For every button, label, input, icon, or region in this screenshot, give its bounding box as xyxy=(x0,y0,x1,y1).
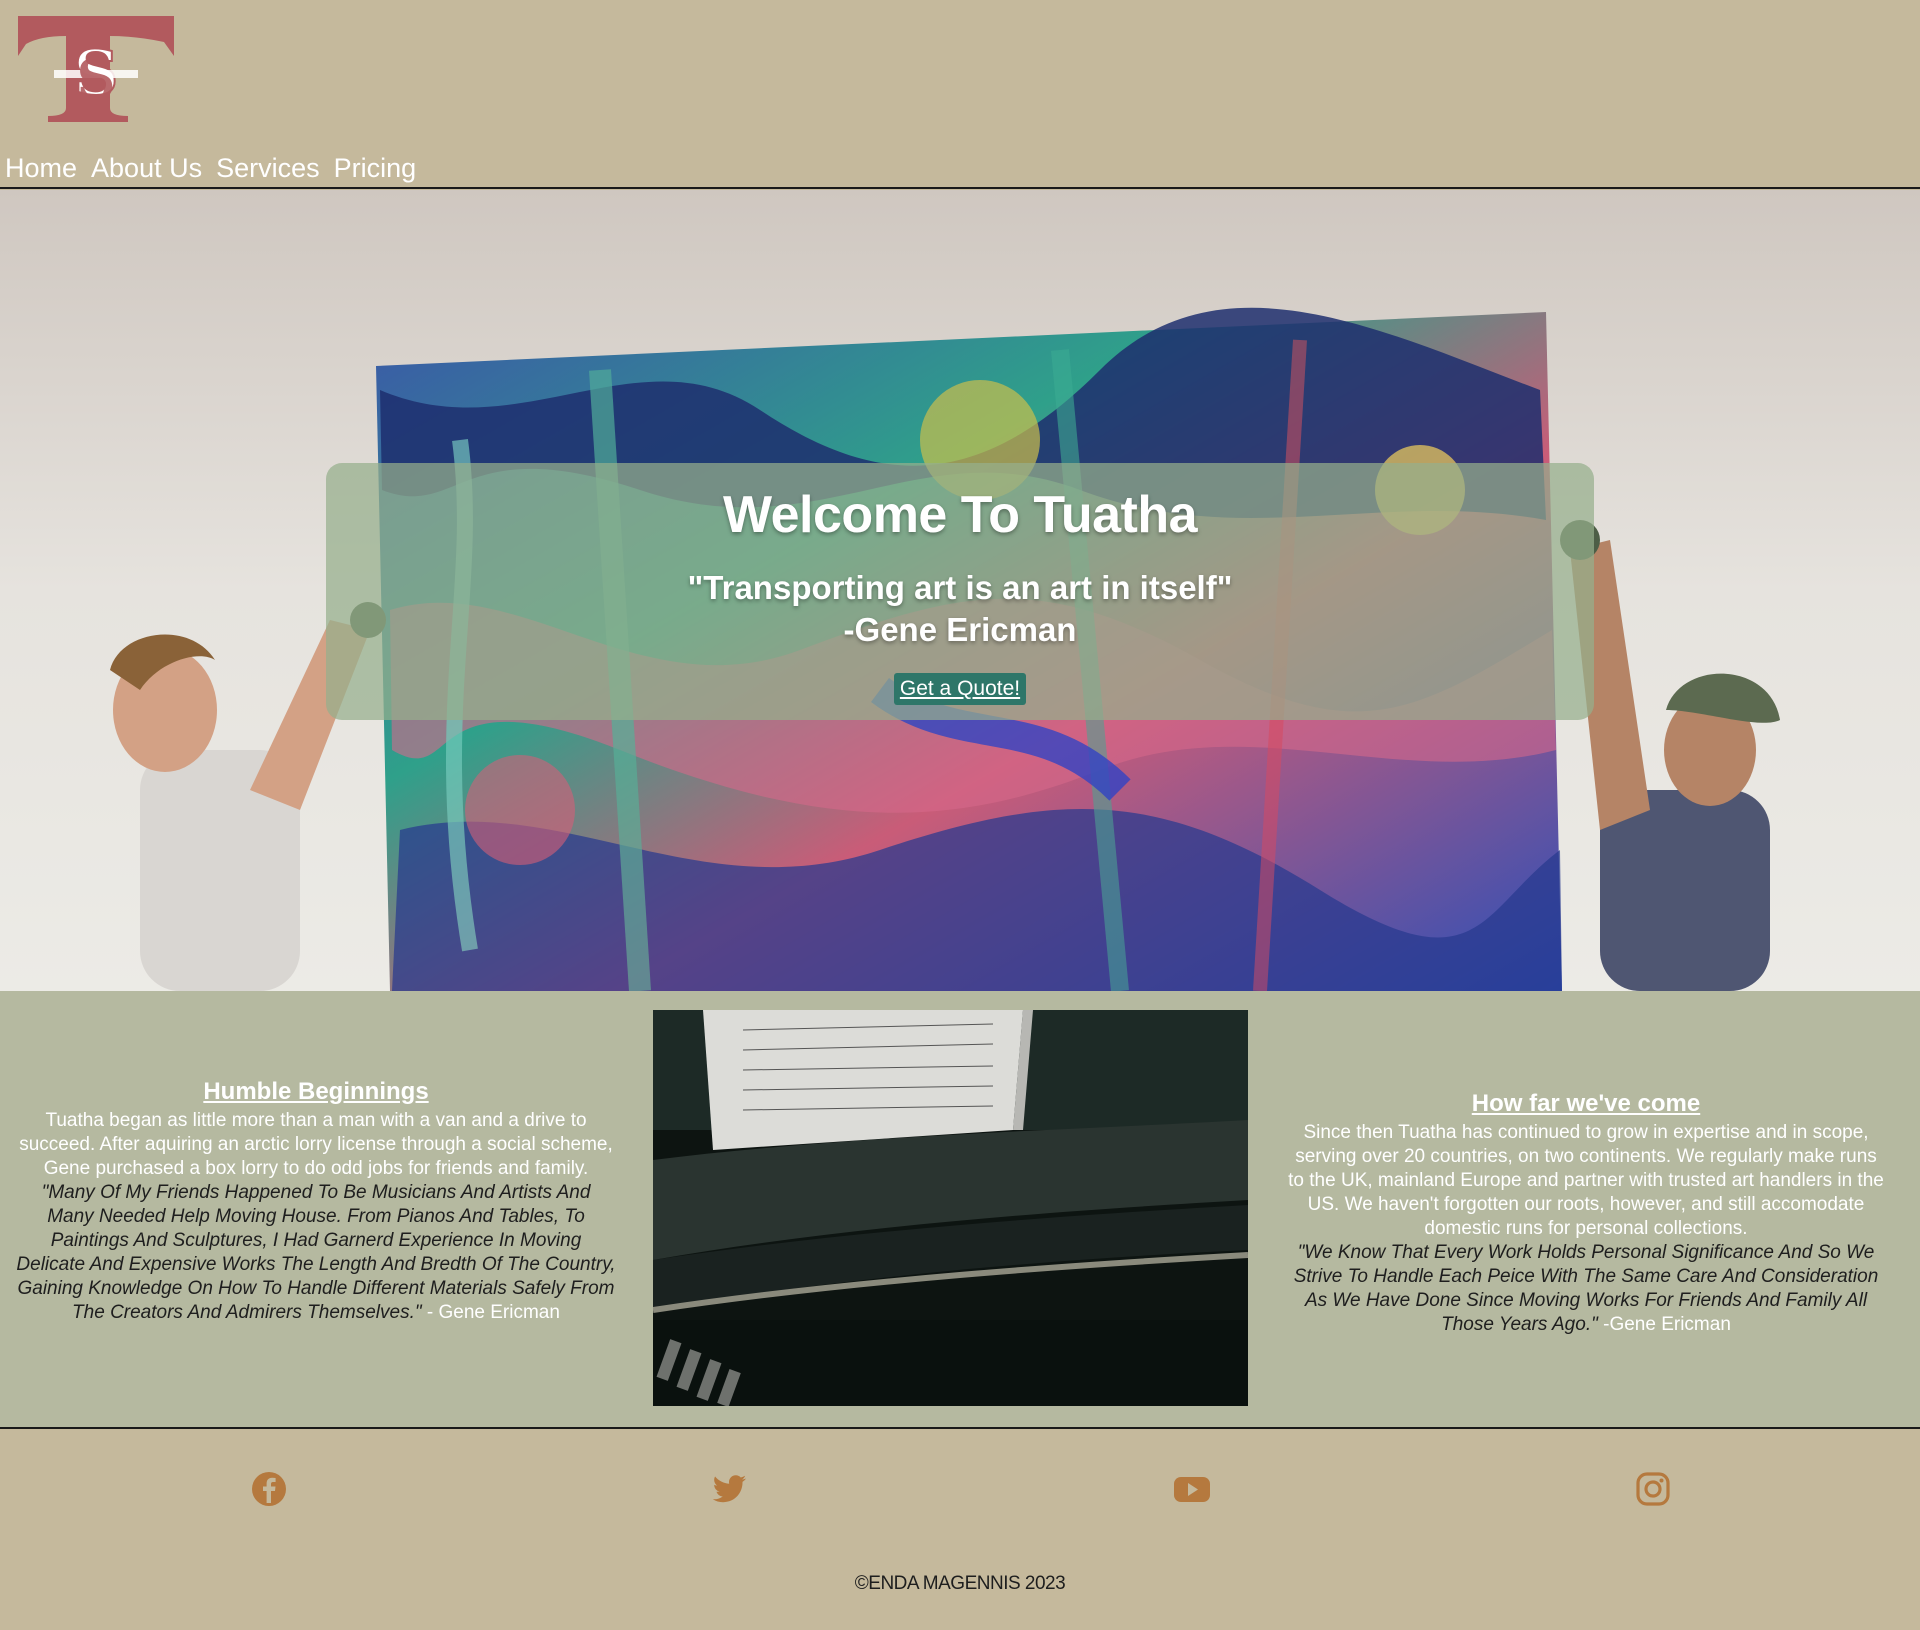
how-far-attribution: -Gene Ericman xyxy=(1597,1314,1731,1335)
hero-title: Welcome To Tuatha xyxy=(723,486,1198,544)
hero-quote-text: "Transporting art is an art in itself" xyxy=(687,569,1233,606)
instagram-icon[interactable] xyxy=(1633,1469,1673,1509)
get-quote-button[interactable]: Get a Quote! xyxy=(893,673,1027,705)
humble-beginnings-body: Tuatha began as little more than a man w… xyxy=(19,1110,613,1179)
hero-section: Welcome To Tuatha "Transporting art is a… xyxy=(0,190,1920,991)
nav-pricing[interactable]: Pricing xyxy=(334,150,417,186)
humble-beginnings-attribution: - Gene Ericman xyxy=(421,1302,560,1323)
youtube-icon[interactable] xyxy=(1172,1469,1212,1509)
svg-text:S: S xyxy=(77,47,116,111)
site-header: S S Home About Us Services Pricing xyxy=(0,0,1920,189)
about-section: Humble Beginnings Tuatha began as little… xyxy=(0,991,1920,1429)
humble-beginnings-heading: Humble Beginnings xyxy=(203,1078,429,1105)
humble-beginnings-column: Humble Beginnings Tuatha began as little… xyxy=(16,1077,616,1325)
twitter-icon[interactable] xyxy=(709,1469,749,1509)
how-far-column: How far we've come Since then Tuatha has… xyxy=(1286,1089,1886,1337)
piano-image xyxy=(653,1010,1248,1406)
nav-home[interactable]: Home xyxy=(5,150,77,186)
humble-beginnings-quote: "Many Of My Friends Happened To Be Music… xyxy=(16,1181,616,1325)
how-far-quote: "We Know That Every Work Holds Personal … xyxy=(1286,1241,1886,1337)
nav-about-us[interactable]: About Us xyxy=(91,150,202,186)
facebook-icon[interactable] xyxy=(249,1469,289,1509)
nav-services[interactable]: Services xyxy=(216,150,320,186)
how-far-quote-text: "We Know That Every Work Holds Personal … xyxy=(1293,1242,1879,1335)
copyright-text: ©ENDA MAGENNIS 2023 xyxy=(854,1573,1066,1594)
hero-quote-author: -Gene Ericman xyxy=(843,611,1077,648)
hero-banner: Welcome To Tuatha "Transporting art is a… xyxy=(326,463,1594,720)
hero-quote: "Transporting art is an art in itself" -… xyxy=(326,567,1594,651)
how-far-heading: How far we've come xyxy=(1471,1090,1701,1117)
how-far-body: Since then Tuatha has continued to grow … xyxy=(1288,1122,1884,1239)
main-nav: Home About Us Services Pricing xyxy=(5,150,416,186)
logo-icon[interactable]: S S xyxy=(18,16,174,124)
site-footer: ©ENDA MAGENNIS 2023 xyxy=(0,1431,1920,1630)
